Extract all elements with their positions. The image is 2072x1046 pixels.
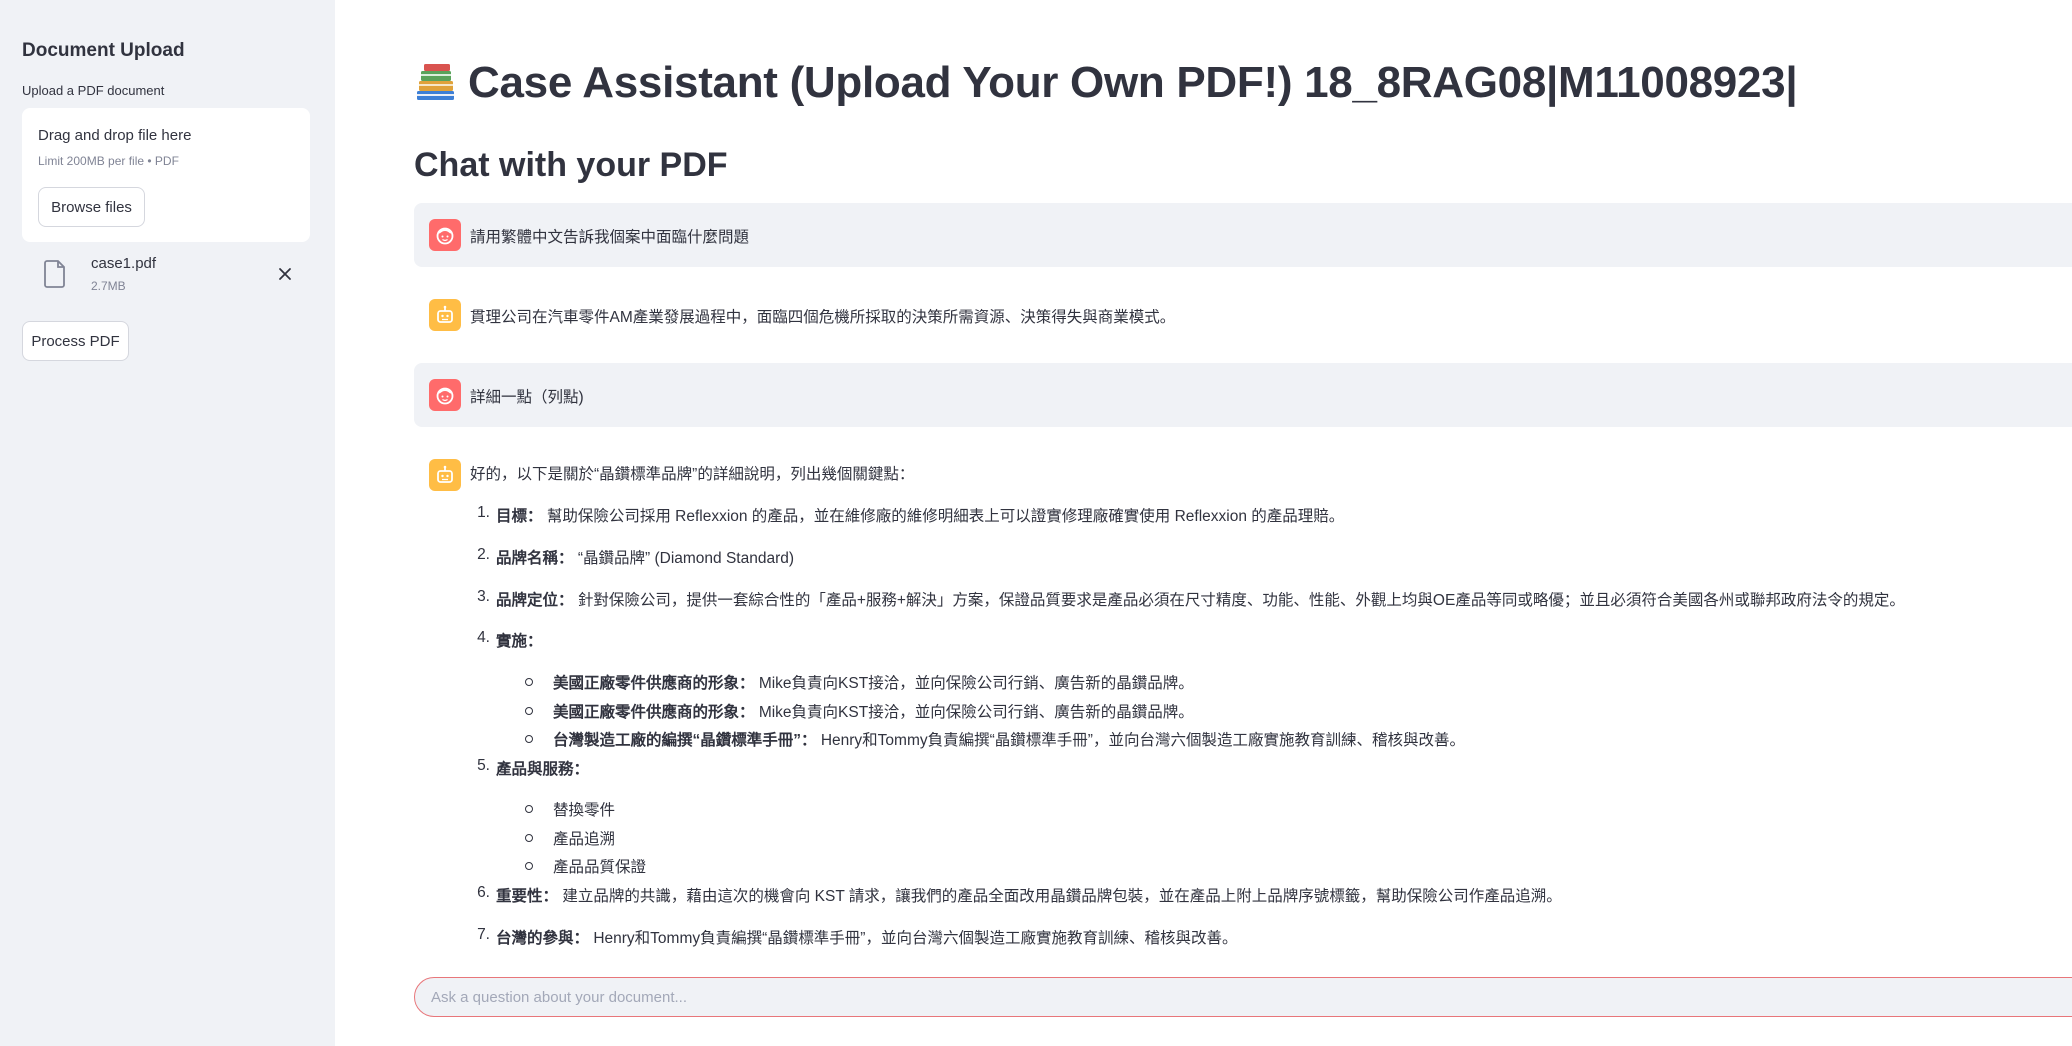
user-avatar-icon xyxy=(429,219,461,251)
message-text: 請用繁體中文告訴我個案中面臨什麼問題 xyxy=(470,229,750,246)
user-avatar-icon xyxy=(429,379,461,411)
app: Document Upload Upload a PDF document Dr… xyxy=(0,0,2072,1046)
page-title: Case Assistant (Upload Your Own PDF!) 18… xyxy=(414,58,1798,108)
page-title-text: Case Assistant (Upload Your Own PDF!) 18… xyxy=(468,58,1798,107)
browse-files-button[interactable]: Browse files xyxy=(38,187,145,227)
chat-input[interactable] xyxy=(414,977,2072,1017)
books-icon xyxy=(417,64,454,100)
chat-message-user: 詳細一點（列點) xyxy=(414,363,2072,427)
upload-label: Upload a PDF document xyxy=(22,83,165,98)
main-content: Case Assistant (Upload Your Own PDF!) 18… xyxy=(335,0,2072,1046)
file-size: 2.7MB xyxy=(91,279,126,293)
assistant-avatar-icon xyxy=(429,459,461,491)
message-text: 詳細一點（列點) xyxy=(470,389,584,406)
file-name: case1.pdf xyxy=(91,255,157,272)
file-icon xyxy=(44,260,65,288)
chat-heading: Chat with your PDF xyxy=(414,146,728,184)
process-pdf-button[interactable]: Process PDF xyxy=(22,321,129,361)
chat-message-assistant: 貫理公司在汽車零件AM產業發展過程中，面臨四個危機所採取的決策所需資源、決策得失… xyxy=(414,283,2072,347)
uploaded-file: case1.pdf 2.7MB xyxy=(22,252,310,300)
chat-message-user: 請用繁體中文告訴我個案中面臨什麼問題 xyxy=(414,203,2072,267)
sidebar-title: Document Upload xyxy=(22,40,185,61)
dropzone-limit: Limit 200MB per file • PDF xyxy=(38,154,179,168)
assistant-avatar-icon xyxy=(429,299,461,331)
message-text: 貫理公司在汽車零件AM產業發展過程中，面臨四個危機所採取的決策所需資源、決策得失… xyxy=(470,309,1176,326)
message-intro: 好的，以下是關於“晶鑽標準品牌”的詳細說明，列出幾個關鍵點： xyxy=(470,466,915,483)
chat-message-assistant: 好的，以下是關於“晶鑽標準品牌”的詳細說明，列出幾個關鍵點： 1. 目標： 幫助… xyxy=(414,443,2072,963)
sidebar: Document Upload Upload a PDF document Dr… xyxy=(0,0,335,1046)
dropzone-title: Drag and drop file here xyxy=(38,127,192,144)
file-dropzone[interactable]: Drag and drop file here Limit 200MB per … xyxy=(22,108,310,242)
close-icon[interactable] xyxy=(274,263,296,285)
